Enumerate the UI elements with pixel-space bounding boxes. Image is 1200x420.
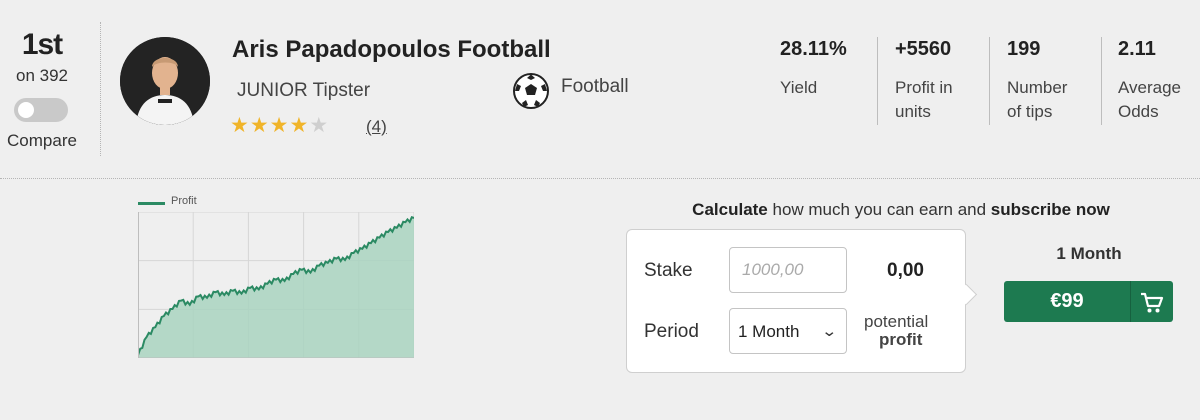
- stat-divider: [877, 37, 878, 125]
- stat-tips-label: Number of tips: [1007, 78, 1068, 121]
- stat-divider: [989, 37, 990, 125]
- potential-profit-value: 0,00: [887, 260, 924, 281]
- compare-toggle[interactable]: [14, 98, 68, 122]
- potential-label: potential: [864, 312, 929, 331]
- star-filled-icon: ★: [249, 114, 270, 137]
- stat-divider: [1101, 37, 1102, 125]
- stat-profit-label: Profit in units: [895, 78, 953, 121]
- profit-chart: [138, 212, 414, 358]
- profit-area: [138, 217, 414, 358]
- stat-yield-label: Yield: [780, 78, 818, 97]
- legend-label: Profit: [171, 195, 197, 207]
- toggle-knob: [18, 102, 34, 118]
- legend-swatch: [138, 202, 165, 205]
- tipster-name[interactable]: Aris Papadopoulos Football: [232, 36, 551, 64]
- period-value: 1 Month: [738, 322, 800, 341]
- compare-label: Compare: [7, 131, 77, 150]
- chevron-down-icon: ⌄: [821, 323, 838, 340]
- star-filled-icon: ★: [269, 114, 290, 137]
- reviews-link[interactable]: (4): [366, 117, 387, 137]
- stake-input[interactable]: [729, 247, 847, 293]
- period-select[interactable]: 1 Month ⌄: [729, 308, 847, 354]
- stat-odds-label: Average Odds: [1118, 78, 1182, 121]
- sport-label: Football: [561, 76, 629, 97]
- star-filled-icon: ★: [230, 114, 250, 137]
- stat-yield-value: 28.11%: [780, 38, 847, 60]
- stat-profit-value: +5560: [895, 38, 952, 60]
- divider: [100, 22, 101, 156]
- star-filled-icon: ★: [289, 114, 310, 137]
- price-label: €99: [1050, 290, 1084, 312]
- section-divider: [0, 178, 1200, 179]
- period-label: Period: [644, 321, 699, 342]
- calculator-title: Calculate how much you can earn and subs…: [692, 200, 1110, 219]
- rank-position: 1st: [21, 28, 63, 61]
- plan-label: 1 Month: [1056, 244, 1122, 263]
- subscribe-button[interactable]: €99: [1004, 281, 1173, 322]
- stake-label: Stake: [644, 260, 693, 281]
- stat-tips-value: 199: [1007, 38, 1041, 60]
- tipster-avatar[interactable]: [120, 37, 210, 125]
- cart-icon: [1130, 288, 1173, 316]
- tipster-level: JUNIOR Tipster: [237, 80, 371, 101]
- profit-label: profit: [879, 330, 923, 349]
- star-empty-icon: ★: [309, 114, 330, 137]
- rating-stars: ★★★★★: [230, 115, 329, 137]
- stat-odds-value: 2.11: [1118, 38, 1156, 60]
- rank-total: on 392: [16, 66, 68, 85]
- soccer-ball-icon: [512, 72, 550, 110]
